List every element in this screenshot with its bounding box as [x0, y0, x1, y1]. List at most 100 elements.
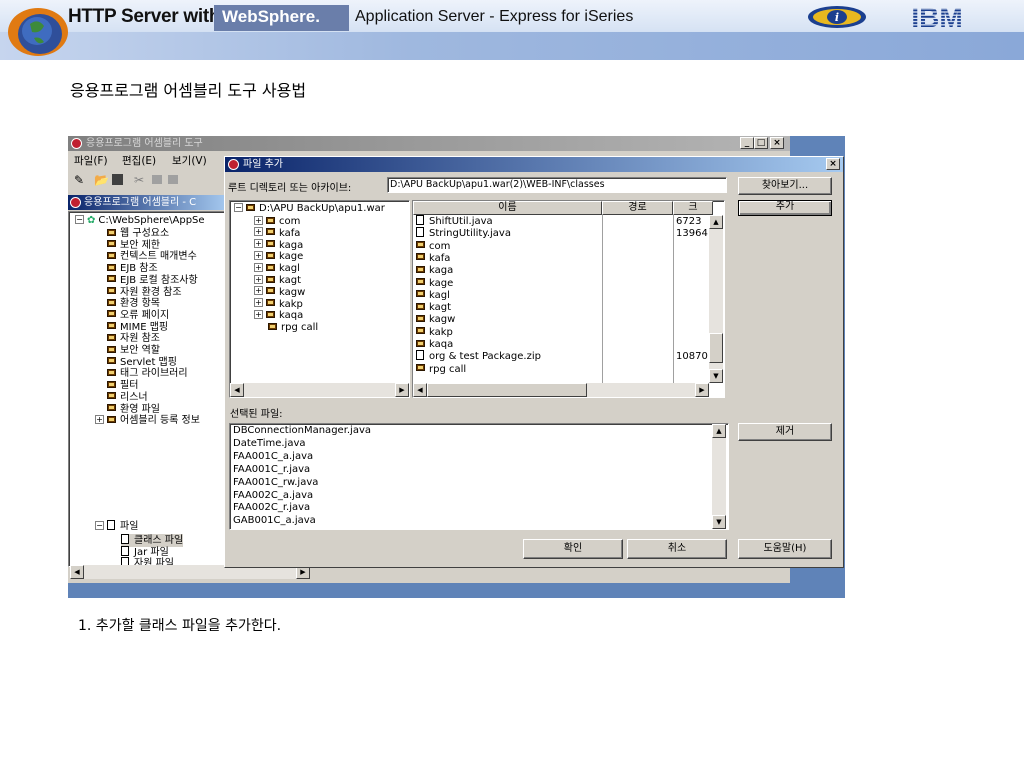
expand-icon[interactable]: +	[254, 262, 263, 272]
folder-icon	[416, 290, 425, 298]
save-icon[interactable]	[112, 174, 123, 185]
folder-icon	[107, 380, 116, 388]
expand-icon[interactable]: +	[254, 298, 263, 308]
scroll-up-icon[interactable]: ▲	[712, 424, 726, 438]
selected-file[interactable]: FAA002C_a.java	[233, 490, 313, 502]
folder-icon	[107, 310, 116, 318]
root-input[interactable]: D:\APU BackUp\apu1.war(2)\WEB-INF\classe…	[387, 177, 727, 193]
column-name[interactable]: 이름	[413, 201, 602, 215]
column-path[interactable]: 경로	[602, 201, 673, 215]
help-button[interactable]: 도움말(H)	[738, 539, 832, 559]
tree-root[interactable]: − ✿ C:\WebSphere\AppSe	[75, 214, 205, 227]
dir-folder[interactable]: rpg call	[268, 321, 318, 334]
open-icon[interactable]: 📂	[94, 173, 109, 187]
file-row[interactable]: ShiftUtil.java 6723	[413, 215, 708, 228]
scroll-left-icon[interactable]: ◀	[413, 383, 427, 397]
tree-item[interactable]: + 어셈블리 등록 정보	[95, 414, 200, 427]
selected-file[interactable]: DateTime.java	[233, 438, 306, 450]
column-size[interactable]: 크	[673, 201, 713, 215]
main-window-titlebar[interactable]: 응용프로그램 어셈블리 도구	[68, 136, 790, 151]
ibm-logo: IBM	[890, 2, 984, 33]
tree-item-label: MIME 맵핑	[120, 321, 169, 333]
scroll-down-icon[interactable]: ▼	[712, 515, 726, 529]
file-row[interactable]: com	[413, 241, 708, 253]
collapse-icon[interactable]: −	[234, 202, 243, 212]
file-name: kafa	[429, 252, 451, 264]
tree-item-label: 보안 역할	[120, 345, 160, 356]
folder-icon	[416, 265, 425, 273]
file-name: ShiftUtil.java	[429, 216, 493, 227]
remove-button[interactable]: 제거	[738, 423, 832, 441]
selected-file[interactable]: FAA001C_r.java	[233, 464, 310, 476]
tree-file-node[interactable]: − 파일	[95, 520, 138, 533]
file-row[interactable]: rpg call	[413, 364, 708, 376]
browse-button[interactable]: 찾아보기...	[738, 177, 832, 195]
dialog-close-button[interactable]: ×	[826, 158, 840, 170]
expand-icon[interactable]: +	[254, 309, 263, 319]
expand-icon[interactable]: +	[254, 227, 263, 237]
maximize-button[interactable]: □	[754, 137, 768, 149]
menu-view[interactable]: 보기(V)	[172, 153, 207, 168]
dialog-titlebar[interactable]: 파일 추가	[225, 157, 843, 172]
selected-file[interactable]: FAA001C_rw.java	[233, 477, 318, 489]
expand-icon[interactable]: +	[254, 239, 263, 249]
scroll-left-icon[interactable]: ◀	[70, 565, 84, 579]
file-row[interactable]: kagt	[413, 302, 708, 314]
file-list-hscroll[interactable]: ◀ ▶	[413, 383, 709, 397]
file-row[interactable]: kakp	[413, 327, 708, 339]
file-list-vscroll[interactable]: ▲ ▼	[709, 215, 723, 383]
file-row[interactable]: kagw	[413, 314, 708, 326]
ok-button[interactable]: 확인	[523, 539, 623, 559]
file-name: kagl	[429, 289, 450, 301]
scroll-down-icon[interactable]: ▼	[709, 369, 723, 383]
collapse-icon[interactable]: −	[95, 520, 104, 530]
scroll-left-icon[interactable]: ◀	[230, 383, 244, 397]
selected-file[interactable]: DBConnectionManager.java	[233, 425, 371, 437]
folder-icon	[416, 364, 425, 372]
close-button[interactable]: ×	[770, 137, 784, 149]
file-icon	[416, 227, 424, 238]
minimize-button[interactable]: _	[740, 137, 754, 149]
file-row[interactable]: StringUtility.java 13964	[413, 227, 708, 240]
selected-file[interactable]: GAB001C_a.java	[233, 515, 316, 527]
scroll-thumb[interactable]	[709, 333, 723, 363]
new-icon[interactable]: ✎	[74, 173, 84, 187]
selected-file[interactable]: FAA002C_r.java	[233, 502, 310, 514]
file-row[interactable]: kaqa	[413, 339, 708, 351]
file-row[interactable]: kafa	[413, 253, 708, 265]
folder-icon	[416, 241, 425, 249]
paste-icon[interactable]	[168, 175, 178, 184]
expand-icon[interactable]: +	[254, 286, 263, 296]
dir-hscroll[interactable]: ◀ ▶	[230, 383, 409, 397]
selected-file[interactable]: FAA001C_a.java	[233, 451, 313, 463]
scroll-up-icon[interactable]: ▲	[709, 215, 723, 229]
selected-vscroll[interactable]: ▲ ▼	[712, 424, 726, 529]
file-node-icon	[121, 545, 129, 556]
file-node-icon	[121, 534, 129, 544]
expand-icon[interactable]: +	[95, 414, 104, 424]
menu-edit[interactable]: 편집(E)	[122, 153, 156, 168]
expand-icon[interactable]: +	[254, 215, 263, 225]
dir-root[interactable]: − D:\APU BackUp\apu1.war	[234, 202, 385, 215]
file-row[interactable]: org & test Package.zip 10870	[413, 350, 708, 363]
menu-file[interactable]: 파일(F)	[74, 153, 108, 168]
file-row[interactable]: kagl	[413, 290, 708, 302]
expand-icon[interactable]: +	[254, 250, 263, 260]
hscroll-thumb[interactable]	[427, 383, 587, 397]
cut-icon[interactable]: ✂	[134, 173, 144, 187]
panel-icon	[70, 197, 81, 208]
cancel-button[interactable]: 취소	[627, 539, 727, 559]
copy-icon[interactable]	[152, 175, 162, 184]
tree-item-label: 환영 파일	[120, 403, 160, 415]
banner-title: HTTP Server with	[68, 6, 221, 27]
banner-strip	[0, 32, 1024, 60]
file-row[interactable]: kaga	[413, 265, 708, 277]
folder-icon	[266, 263, 275, 271]
add-button[interactable]: 추가	[738, 200, 832, 216]
websphere-label: WebSphere.	[222, 7, 320, 26]
scroll-right-icon[interactable]: ▶	[695, 383, 709, 397]
collapse-icon[interactable]: −	[75, 214, 84, 224]
scroll-right-icon[interactable]: ▶	[395, 383, 409, 397]
expand-icon[interactable]: +	[254, 274, 263, 284]
file-row[interactable]: kage	[413, 278, 708, 290]
